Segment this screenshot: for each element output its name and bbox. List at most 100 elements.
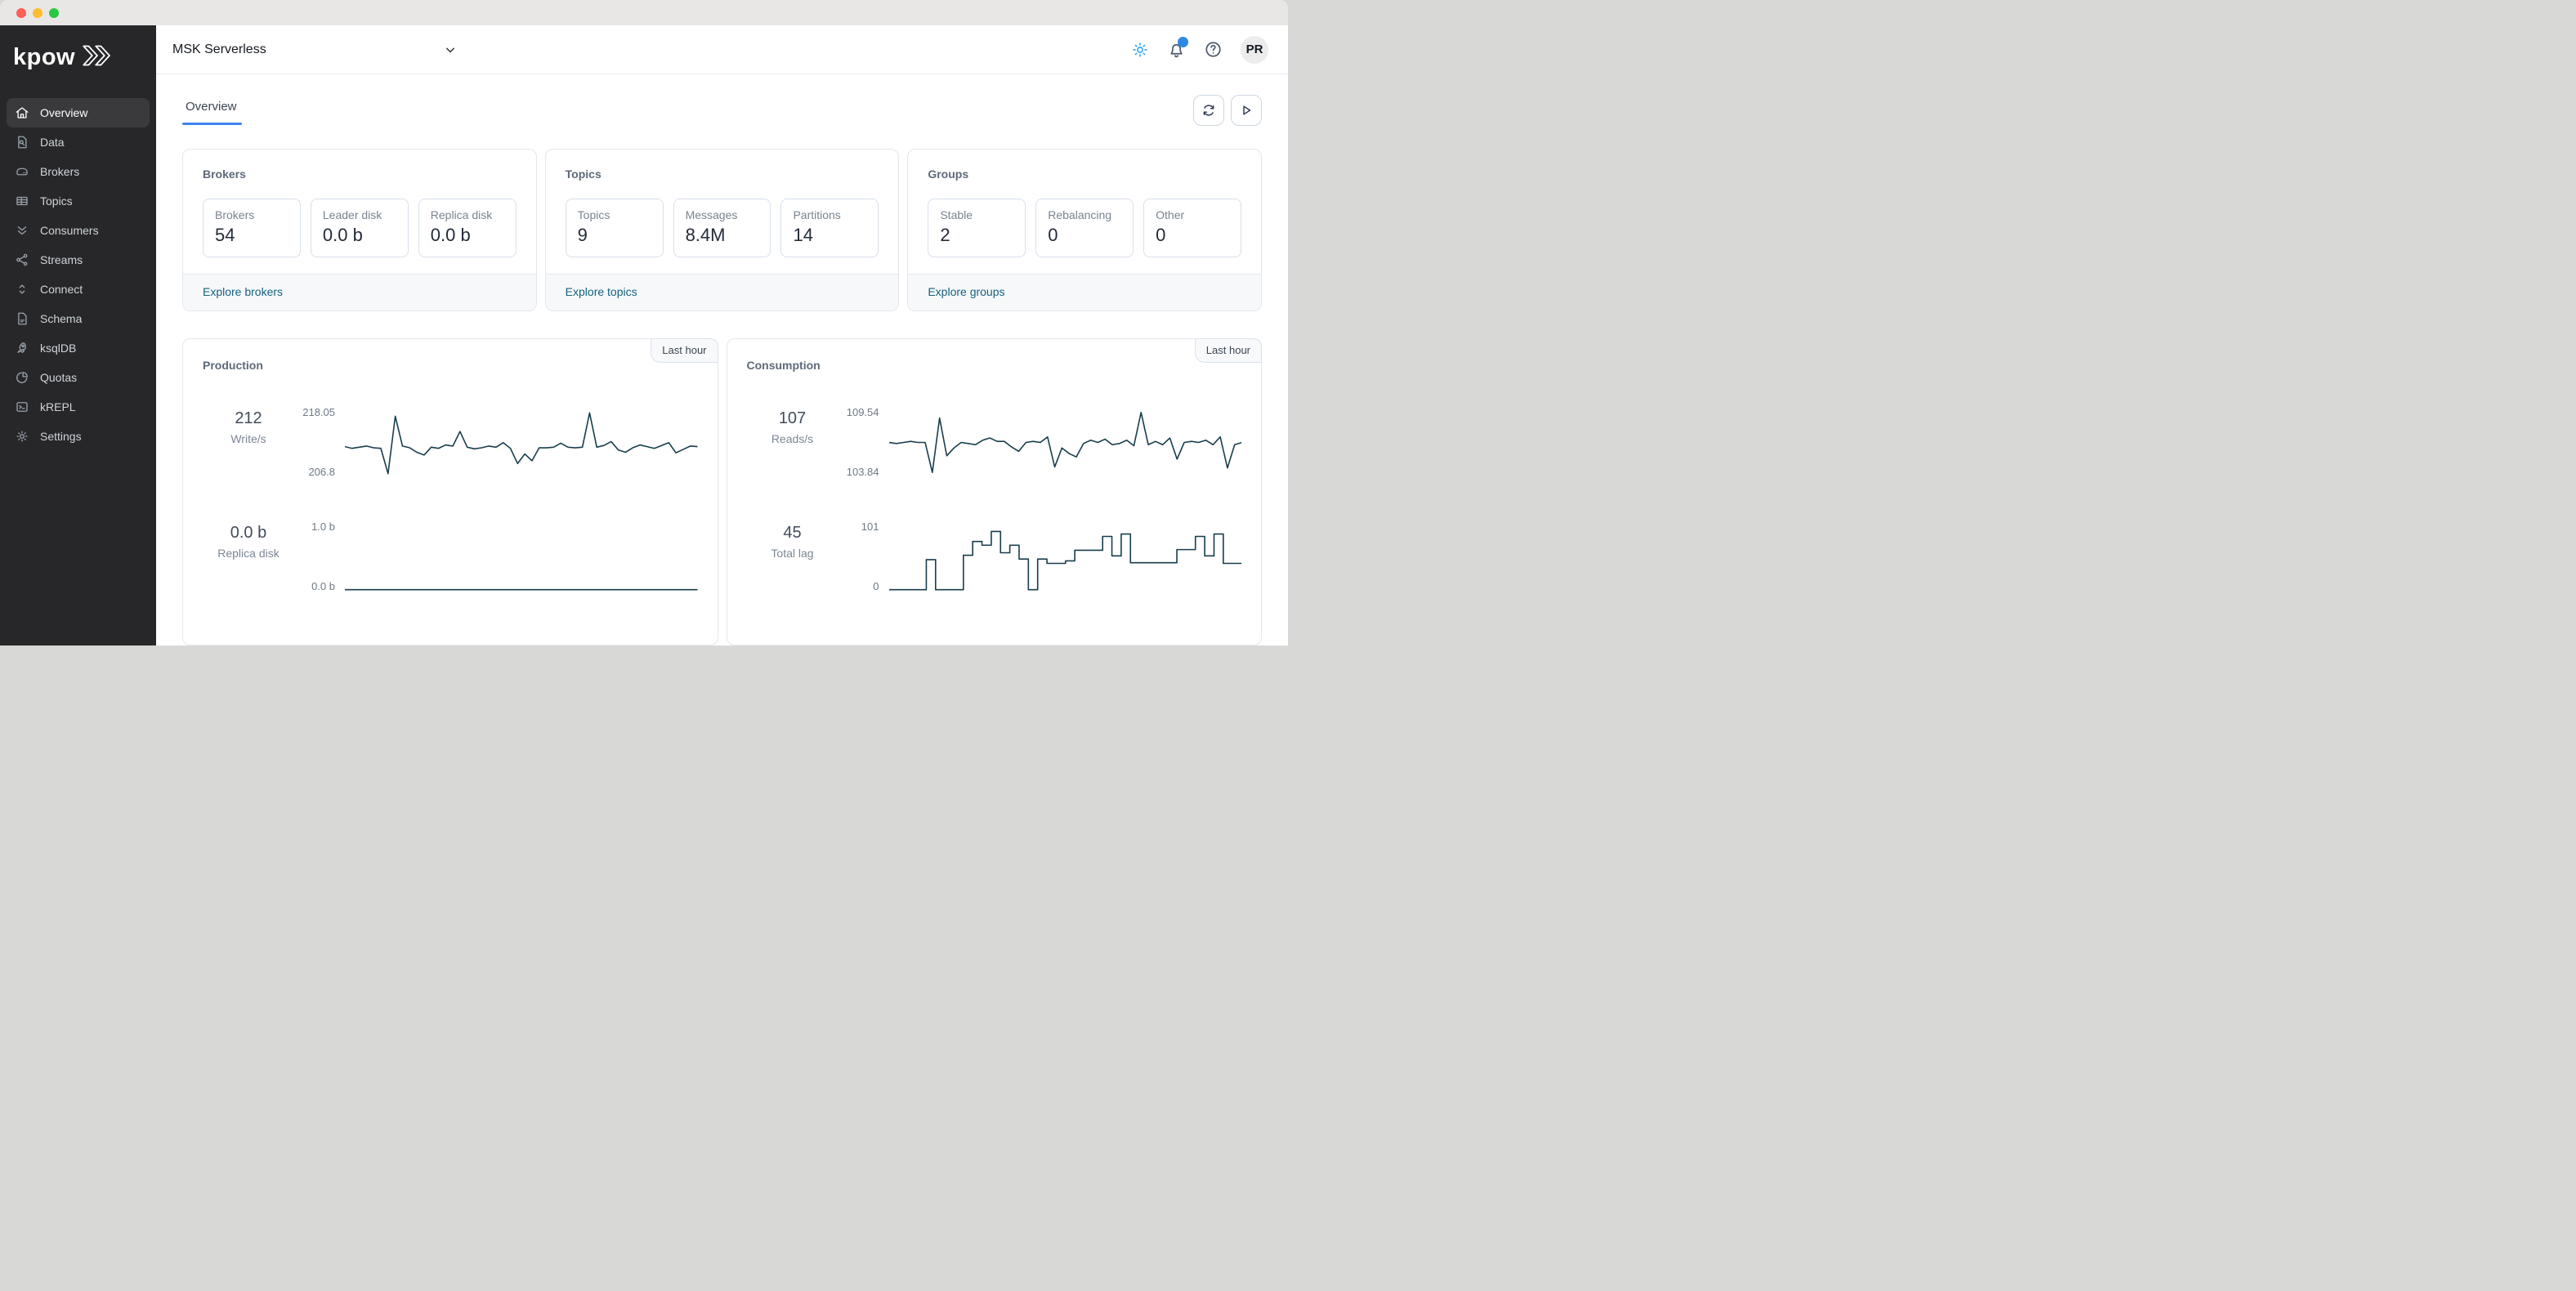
production-chart-card: Last hour Production 212 Write/s 218.05 … — [182, 338, 718, 646]
cluster-name: MSK Serverless — [172, 42, 266, 56]
total-lag-label: Total lag — [771, 547, 814, 560]
axis-min-label: 103.84 — [846, 466, 879, 478]
axis-max-label: 109.54 — [846, 406, 879, 418]
notifications-button[interactable] — [1167, 37, 1188, 59]
theme-toggle-button[interactable] — [1131, 41, 1149, 59]
app-window: kpow Overview Data Brokers Topics Consum… — [0, 0, 1288, 646]
chart-title: Production — [203, 359, 263, 372]
pie-chart-icon — [16, 371, 29, 383]
sidebar-item-connect[interactable]: Connect — [7, 275, 150, 304]
share-icon — [16, 253, 28, 266]
zoom-window-button[interactable] — [49, 7, 59, 18]
chevrons-up-down-icon — [19, 284, 25, 294]
sidebar-item-consumers[interactable]: Consumers — [7, 216, 150, 245]
sidebar-item-label: Settings — [40, 430, 82, 443]
axis-min-label: 0.0 b — [311, 580, 335, 592]
chart-title: Consumption — [746, 359, 821, 372]
play-icon — [1243, 105, 1251, 115]
help-icon — [1205, 42, 1221, 57]
stat-tile-stable: Stable 2 — [928, 199, 1026, 257]
tab-active-underline — [182, 123, 242, 125]
help-button[interactable] — [1204, 40, 1223, 59]
sidebar-item-ksqldb[interactable]: ksqlDB — [7, 333, 150, 363]
explore-topics-link[interactable]: Explore topics — [566, 285, 637, 298]
tab-label: Overview — [186, 100, 237, 114]
axis-min-label: 206.8 — [308, 466, 335, 478]
terminal-icon — [16, 402, 28, 412]
stat-tile-topics: Topics 9 — [565, 199, 664, 257]
explore-brokers-link[interactable]: Explore brokers — [203, 285, 283, 298]
sidebar-nav: Overview Data Brokers Topics Consumers S… — [0, 98, 156, 451]
hard-drive-icon — [16, 168, 28, 176]
refresh-icon — [1203, 105, 1214, 116]
sidebar-item-label: Streams — [40, 253, 83, 266]
notification-dot — [1178, 37, 1188, 47]
brokers-card: Brokers Brokers 54 Leader disk 0.0 b Rep… — [182, 149, 537, 311]
stat-tile-replica-disk: Replica disk 0.0 b — [418, 199, 517, 257]
sidebar-item-settings[interactable]: Settings — [7, 422, 150, 451]
axis-min-label: 0 — [873, 580, 879, 592]
reads-per-sec-row: 107 Reads/s 109.54 103.84 — [747, 406, 1242, 480]
table-icon — [16, 196, 28, 206]
close-window-button[interactable] — [16, 7, 26, 18]
time-range-badge[interactable]: Last hour — [1194, 338, 1262, 363]
overview-page: Overview Brokers Brokers 54 Leader disk … — [156, 74, 1288, 646]
writes-label: Write/s — [230, 432, 266, 445]
explore-groups-link[interactable]: Explore groups — [928, 285, 1004, 298]
replica-disk-label: Replica disk — [217, 547, 280, 560]
sidebar-item-schema[interactable]: Schema — [7, 304, 150, 333]
total-lag-value: 45 — [783, 524, 802, 542]
reads-label: Reads/s — [771, 432, 814, 445]
file-text-icon — [18, 312, 27, 325]
stat-tile-brokers: Brokers 54 — [203, 199, 301, 257]
replica-disk-row: 0.0 b Replica disk 1.0 b 0.0 b — [203, 520, 698, 594]
stat-tile-partitions: Partitions 14 — [780, 199, 879, 257]
sidebar-item-label: Connect — [40, 283, 83, 296]
stat-tile-leader-disk: Leader disk 0.0 b — [310, 199, 409, 257]
sidebar-item-brokers[interactable]: Brokers — [7, 157, 150, 186]
writes-per-sec-row: 212 Write/s 218.05 206.8 — [203, 406, 698, 480]
card-title: Brokers — [203, 168, 246, 181]
stat-tile-other: Other 0 — [1143, 199, 1242, 257]
avatar[interactable]: PR — [1241, 35, 1268, 64]
minimize-window-button[interactable] — [33, 7, 42, 18]
sidebar-item-topics[interactable]: Topics — [7, 186, 150, 216]
axis-max-label: 101 — [861, 520, 879, 533]
cluster-select[interactable]: MSK Serverless — [172, 42, 458, 58]
sidebar-item-label: kREPL — [40, 400, 76, 413]
sidebar-item-label: ksqlDB — [40, 342, 77, 355]
home-icon — [16, 107, 29, 118]
sidebar: kpow Overview Data Brokers Topics Consum… — [0, 25, 156, 646]
sidebar-item-label: Data — [40, 136, 65, 149]
sidebar-item-label: Quotas — [40, 371, 78, 384]
card-title: Topics — [565, 168, 602, 181]
logo-chevrons-icon — [81, 43, 114, 72]
gear-icon — [16, 431, 28, 442]
refresh-button[interactable] — [1193, 95, 1224, 126]
stat-tile-rebalancing: Rebalancing 0 — [1035, 199, 1134, 257]
writes-value: 212 — [235, 409, 262, 427]
consumption-chart-card: Last hour Consumption 107 Reads/s 109.54… — [726, 338, 1262, 646]
reads-value: 107 — [778, 409, 807, 427]
sidebar-item-label: Topics — [40, 194, 73, 208]
play-button[interactable] — [1231, 95, 1262, 126]
stat-tile-messages: Messages 8.4M — [673, 199, 771, 257]
total-lag-row: 45 Total lag 101 0 — [747, 520, 1242, 594]
chevrons-down-icon — [17, 226, 27, 235]
chevron-down-icon — [445, 47, 454, 52]
sidebar-item-krepl[interactable]: kREPL — [7, 392, 150, 422]
kpow-logo: kpow — [0, 25, 156, 80]
total-lag-sparkline — [889, 522, 1242, 594]
tab-overview[interactable]: Overview — [182, 95, 242, 125]
sidebar-item-label: Schema — [40, 312, 83, 325]
sidebar-item-overview[interactable]: Overview — [7, 98, 150, 127]
sidebar-item-label: Consumers — [40, 224, 99, 237]
sidebar-item-streams[interactable]: Streams — [7, 245, 150, 275]
groups-card: Groups Stable 2 Rebalancing 0 Other 0 Ex… — [907, 149, 1263, 311]
topbar: MSK Serverless PR — [156, 25, 1288, 74]
sidebar-item-data[interactable]: Data — [7, 127, 150, 157]
card-title: Groups — [928, 168, 969, 181]
time-range-badge[interactable]: Last hour — [651, 338, 718, 363]
sidebar-item-quotas[interactable]: Quotas — [7, 363, 150, 392]
window-titlebar — [0, 0, 1288, 25]
